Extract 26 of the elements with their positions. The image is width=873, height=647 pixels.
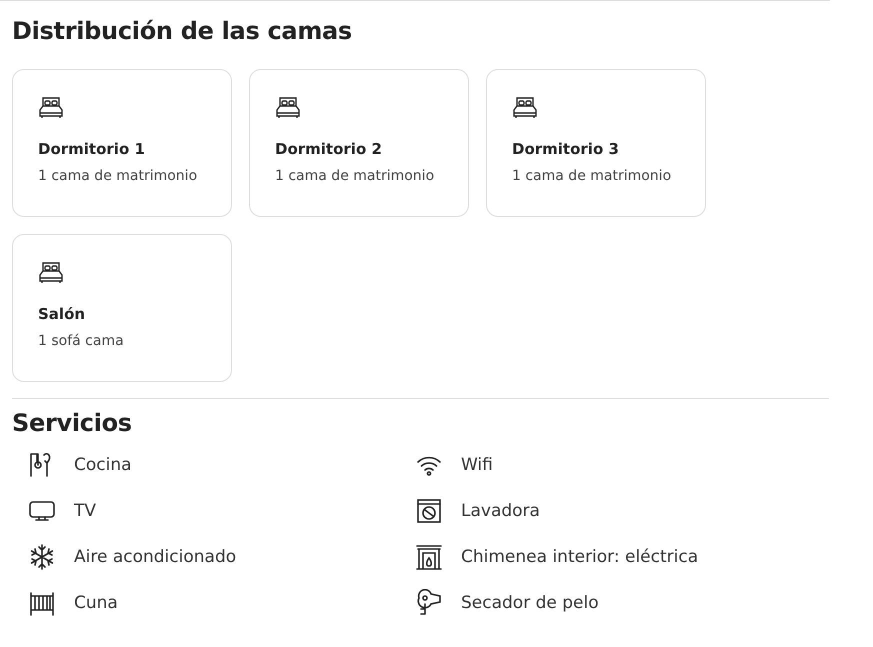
bed-description: 1 cama de matrimonio bbox=[512, 168, 672, 184]
bed-icon bbox=[512, 95, 538, 119]
amenity-label: Aire acondicionado bbox=[74, 547, 236, 567]
amenity-label: Cocina bbox=[74, 455, 132, 475]
bed-description: 1 cama de matrimonio bbox=[38, 168, 198, 184]
washer-icon bbox=[415, 497, 443, 525]
bed-description: 1 cama de matrimonio bbox=[275, 168, 436, 184]
amenity-label: Secador de pelo bbox=[461, 593, 599, 613]
fireplace-icon bbox=[415, 543, 443, 571]
amenity-label: Cuna bbox=[74, 593, 118, 613]
hair-dryer-icon bbox=[415, 589, 443, 617]
bed-icon bbox=[38, 260, 64, 284]
section-title: Distribución de las camas bbox=[12, 17, 353, 45]
amenity-label: Wifi bbox=[461, 455, 493, 475]
snowflake-icon bbox=[28, 543, 56, 571]
section-title: Servicios bbox=[12, 409, 133, 437]
room-name: Dormitorio 1 bbox=[38, 140, 146, 158]
room-name: Salón bbox=[38, 305, 86, 323]
bed-icon bbox=[38, 95, 64, 119]
room-name: Dormitorio 2 bbox=[275, 140, 383, 158]
amenity-label: Chimenea interior: eléctrica bbox=[461, 547, 698, 567]
bed-icon bbox=[275, 95, 301, 119]
room-name: Dormitorio 3 bbox=[512, 140, 620, 158]
bed-description: 1 sofá cama bbox=[38, 333, 125, 349]
amenity-label: Lavadora bbox=[461, 501, 540, 521]
amenity-label: TV bbox=[74, 501, 96, 521]
